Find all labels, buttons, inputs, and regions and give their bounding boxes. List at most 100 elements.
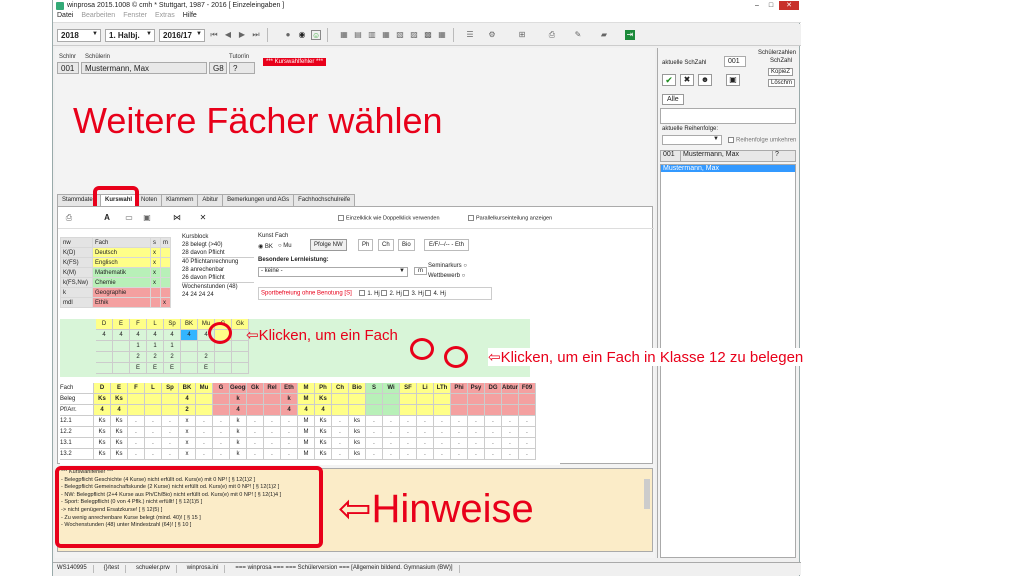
grid-icon-7[interactable]: ▩	[423, 30, 433, 40]
scrollbar[interactable]	[644, 479, 650, 509]
grid-top-cell[interactable]	[113, 341, 130, 352]
wettbewerb-option[interactable]: Wettbewerb ○	[428, 273, 465, 279]
book-icon[interactable]: ▰	[599, 30, 609, 40]
aktuell-field[interactable]: 001	[724, 56, 746, 67]
grid-cell[interactable]: .	[162, 416, 179, 427]
tab-fachhochschulreife[interactable]: Fachhochschulreife	[293, 194, 356, 206]
grid-column-header[interactable]: Geogr	[230, 383, 247, 394]
grid-icon-6[interactable]: ▨	[409, 30, 419, 40]
grid-top-cell[interactable]	[181, 341, 198, 352]
grid-column-header[interactable]: Ph	[315, 383, 332, 394]
grid-cell[interactable]: 4	[94, 405, 111, 416]
ph-button[interactable]: Ph	[358, 239, 374, 251]
grid-cell[interactable]: Ks	[315, 449, 332, 460]
class-field[interactable]: G8	[209, 62, 227, 74]
ch-button[interactable]: Ch	[378, 239, 394, 251]
grid-cell[interactable]	[196, 394, 213, 405]
font-icon[interactable]: A	[102, 213, 112, 223]
grid-cell[interactable]: .	[468, 449, 485, 460]
table-row[interactable]: K(FS) Englisch x	[60, 257, 171, 268]
grid-cell[interactable]	[485, 394, 502, 405]
grid-top-cell[interactable]: E	[198, 363, 215, 374]
grid-cell[interactable]: Ks	[315, 438, 332, 449]
grid-cell[interactable]: .	[281, 416, 298, 427]
remove-person-icon[interactable]: ✖	[680, 74, 694, 86]
grid-cell[interactable]: M	[298, 416, 315, 427]
grid-column-header[interactable]: SF	[400, 383, 417, 394]
grid-cell[interactable]	[264, 405, 281, 416]
bio-button[interactable]: Bio	[398, 239, 415, 251]
grid-top-cell[interactable]: 2	[147, 352, 164, 363]
grid-cell[interactable]: .	[213, 449, 230, 460]
grid-cell[interactable]: Ks	[94, 416, 111, 427]
grid-cell[interactable]: .	[502, 416, 519, 427]
grid-top-cell[interactable]: 2	[198, 352, 215, 363]
print-icon[interactable]: ⎙	[64, 213, 74, 223]
settings-icon[interactable]: ⚙	[487, 30, 497, 40]
grid-cell[interactable]: .	[468, 427, 485, 438]
checkbox[interactable]	[468, 215, 474, 221]
besondere-select[interactable]: - keine - ▼	[258, 267, 408, 277]
selected-student[interactable]: Mustermann, Max	[661, 165, 795, 172]
grid-cell[interactable]	[417, 405, 434, 416]
grid-column-header[interactable]: Li	[417, 383, 434, 394]
grid-cell[interactable]	[162, 405, 179, 416]
grid-cell[interactable]: .	[400, 416, 417, 427]
grid-column-header[interactable]: Bio	[349, 383, 366, 394]
checkbox[interactable]	[381, 290, 388, 296]
tab-klammern[interactable]: Klammern	[161, 194, 199, 206]
document-icon[interactable]: ▭	[124, 213, 134, 223]
grid-cell[interactable]	[485, 405, 502, 416]
target-icon[interactable]: ◉	[297, 30, 307, 40]
grid-top-cell[interactable]	[113, 352, 130, 363]
cell[interactable]: Geographie	[92, 287, 151, 298]
grid-cell[interactable]	[332, 394, 349, 405]
grid-cell[interactable]: M	[298, 427, 315, 438]
grid-cell[interactable]: .	[434, 416, 451, 427]
grid-cell[interactable]: .	[332, 449, 349, 460]
filter-icon[interactable]: ⊞	[517, 30, 527, 40]
grid-icon-3[interactable]: ▥	[367, 30, 377, 40]
grid-top-cell[interactable]: 2	[164, 352, 181, 363]
grid-column-header[interactable]: Abtur	[502, 383, 519, 394]
mu-radio[interactable]: ○ Mu	[278, 243, 292, 249]
grid-cell[interactable]	[145, 405, 162, 416]
grid-cell[interactable]	[383, 394, 400, 405]
grid-cell[interactable]: .	[485, 416, 502, 427]
cell[interactable]: Ethik	[92, 297, 151, 308]
tutor-field[interactable]: ?	[229, 62, 255, 74]
grid-cell[interactable]: .	[332, 416, 349, 427]
grid-top-cell[interactable]: E	[130, 363, 147, 374]
grid-top-cell[interactable]	[198, 341, 215, 352]
grid-column-header[interactable]: LTh	[434, 383, 451, 394]
grid-cell[interactable]: x	[179, 438, 196, 449]
grid-cell[interactable]: .	[519, 438, 536, 449]
smiley-icon[interactable]: ☺	[311, 30, 321, 40]
grid-cell[interactable]: 4	[230, 405, 247, 416]
grid-cell[interactable]: .	[213, 438, 230, 449]
grid-cell[interactable]: .	[145, 438, 162, 449]
grid-cell[interactable]	[400, 394, 417, 405]
grid-cell[interactable]	[519, 394, 536, 405]
cell[interactable]: Deutsch	[92, 247, 151, 258]
grid-icon-2[interactable]: ▤	[353, 30, 363, 40]
grid-cell[interactable]: .	[247, 438, 264, 449]
grid-cell[interactable]	[128, 394, 145, 405]
grid-cell[interactable]: .	[264, 416, 281, 427]
grid-cell[interactable]: k	[281, 394, 298, 405]
grid-cell[interactable]	[451, 405, 468, 416]
grid-cell[interactable]: .	[247, 427, 264, 438]
grid-top-cell[interactable]	[96, 341, 113, 352]
grid-cell[interactable]: .	[434, 438, 451, 449]
grid-cell[interactable]	[417, 394, 434, 405]
grid-cell[interactable]: Ks	[111, 427, 128, 438]
loeschen-button[interactable]: Löschm	[768, 79, 796, 87]
grid-cell[interactable]: .	[383, 416, 400, 427]
check-icon[interactable]: ✔	[662, 74, 676, 86]
grid-column-header[interactable]: Wi	[383, 383, 400, 394]
checkbox[interactable]	[338, 215, 344, 221]
exit-icon[interactable]: ⇥	[625, 30, 635, 40]
grid-cell[interactable]: Ks	[94, 394, 111, 405]
grid-cell[interactable]	[247, 405, 264, 416]
checkbox[interactable]	[728, 137, 734, 143]
